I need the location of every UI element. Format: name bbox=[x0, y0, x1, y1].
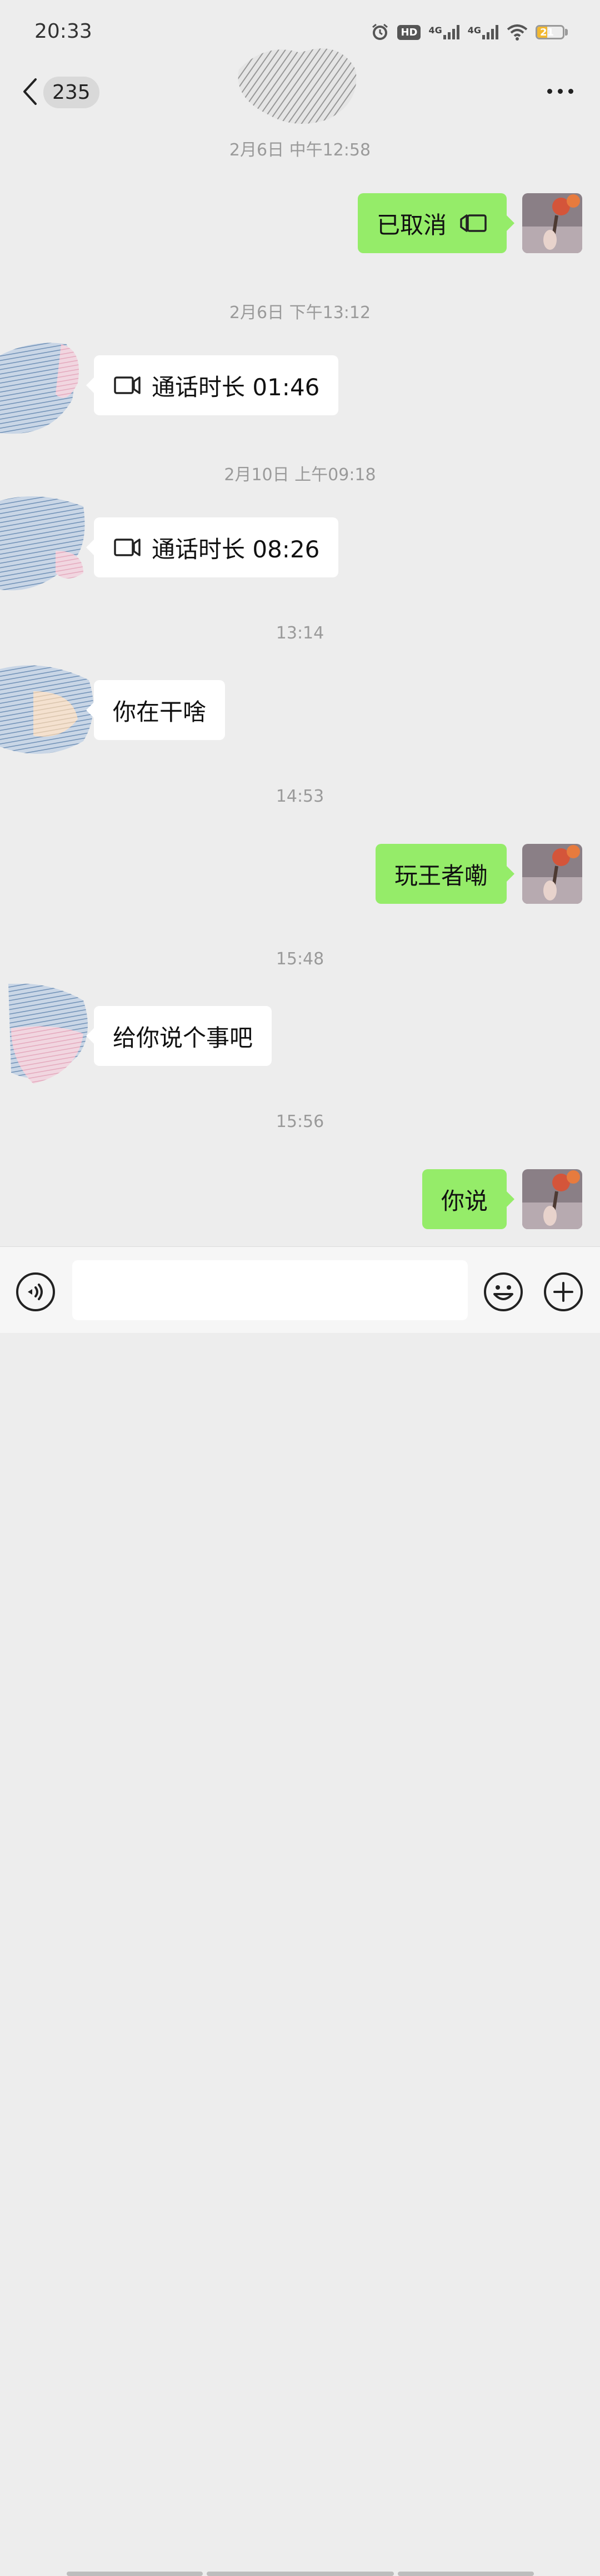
message-text: 玩王者嘞 bbox=[394, 862, 488, 889]
message-input[interactable] bbox=[72, 1260, 468, 1320]
timestamp: 2月10日 上午09:18 bbox=[224, 465, 376, 485]
timestamp: 15:56 bbox=[276, 1112, 324, 1131]
back-button[interactable]: 235 bbox=[21, 77, 99, 108]
my-avatar[interactable] bbox=[522, 1169, 582, 1229]
emoji-icon[interactable] bbox=[483, 1272, 523, 1314]
battery-level: 21 bbox=[540, 26, 554, 38]
battery-icon: 21 bbox=[536, 25, 568, 39]
timestamp: 13:14 bbox=[276, 623, 324, 643]
chevron-left-icon bbox=[21, 77, 38, 108]
battery-body: 21 bbox=[536, 25, 564, 39]
my-avatar[interactable] bbox=[522, 193, 582, 253]
contact-name-blurred bbox=[238, 48, 357, 124]
timestamp: 2月6日 下午13:12 bbox=[229, 303, 371, 323]
signal-icon: 4G bbox=[428, 25, 459, 39]
plus-icon[interactable] bbox=[543, 1272, 583, 1314]
received-message: 通话时长 08:26 bbox=[0, 495, 339, 601]
received-message: 给你说个事吧 bbox=[0, 984, 272, 1089]
alarm-icon bbox=[371, 23, 389, 42]
message-text: 给你说个事吧 bbox=[113, 1024, 253, 1051]
message-bubble[interactable]: 给你说个事吧 bbox=[86, 1006, 272, 1066]
chat-header: 235 bbox=[0, 48, 600, 128]
input-bar bbox=[0, 1246, 600, 2576]
video-call-icon bbox=[113, 537, 142, 557]
sent-message: 玩王者嘞 bbox=[375, 844, 582, 904]
message-text: 通话时长 08:26 bbox=[152, 535, 320, 563]
gesture-bar bbox=[207, 2572, 394, 2576]
message-text: 你说 bbox=[441, 1187, 488, 1215]
signal-label: 4G bbox=[428, 25, 442, 36]
hd-label: HD bbox=[397, 24, 421, 40]
timestamp: 2月6日 中午12:58 bbox=[229, 140, 371, 160]
message-text: 已取消 bbox=[376, 211, 447, 239]
video-call-icon bbox=[459, 213, 488, 233]
gesture-bar bbox=[398, 2572, 534, 2576]
message-bubble[interactable]: 玩王者嘞 bbox=[375, 844, 515, 904]
message-text: 通话时长 01:46 bbox=[152, 373, 320, 401]
more-icon[interactable] bbox=[547, 89, 573, 94]
voice-icon[interactable] bbox=[16, 1272, 56, 1314]
unread-count-badge: 235 bbox=[43, 77, 99, 108]
received-message: 你在干啥 bbox=[0, 658, 226, 763]
timestamp: 14:53 bbox=[276, 787, 324, 806]
message-bubble[interactable]: 你说 bbox=[422, 1169, 515, 1229]
message-bubble[interactable]: 通话时长 01:46 bbox=[86, 355, 339, 415]
message-bubble[interactable]: 通话时长 08:26 bbox=[86, 517, 339, 577]
received-message: 通话时长 01:46 bbox=[0, 333, 339, 439]
message-text: 你在干啥 bbox=[113, 698, 207, 726]
my-avatar[interactable] bbox=[522, 844, 582, 904]
status-icons: HD 4G 4G 21 bbox=[371, 20, 568, 44]
hd-icon: HD bbox=[397, 24, 421, 40]
status-time: 20:33 bbox=[34, 20, 92, 43]
message-bubble[interactable]: 你在干啥 bbox=[86, 680, 226, 740]
timestamp: 15:48 bbox=[276, 949, 324, 969]
gesture-bar bbox=[67, 2572, 203, 2576]
battery-cap bbox=[565, 29, 568, 36]
wifi-icon bbox=[507, 24, 528, 41]
video-call-icon bbox=[113, 375, 142, 395]
signal-icon: 4G bbox=[468, 25, 499, 39]
sent-message: 已取消 bbox=[357, 193, 582, 253]
signal-label: 4G bbox=[467, 25, 481, 36]
message-bubble[interactable]: 已取消 bbox=[357, 193, 515, 253]
sent-message: 你说 bbox=[422, 1169, 582, 1229]
